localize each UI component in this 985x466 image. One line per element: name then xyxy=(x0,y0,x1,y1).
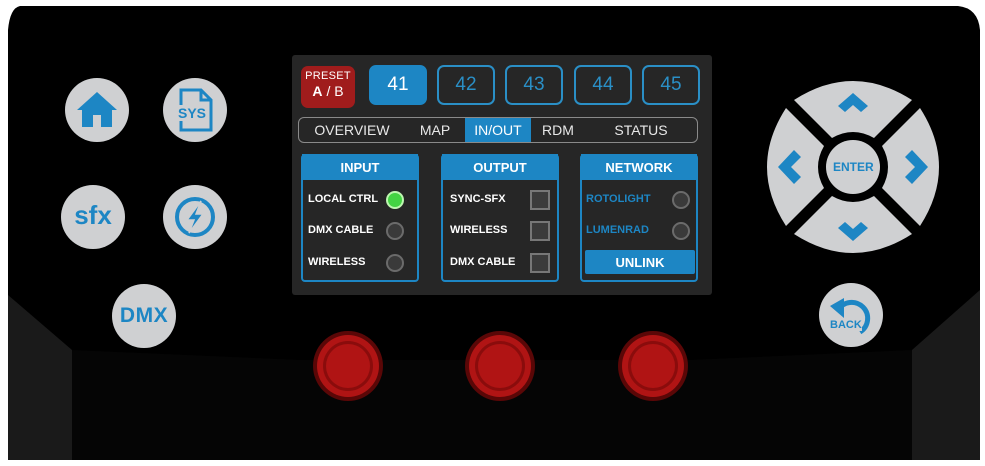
network-title: NETWORK xyxy=(581,154,697,180)
wireless-led[interactable] xyxy=(386,254,404,272)
channel-label: 41 xyxy=(387,74,409,95)
unlink-button[interactable]: UNLINK xyxy=(585,250,695,274)
knob-3[interactable] xyxy=(617,330,689,402)
knob-icon xyxy=(465,331,535,401)
input-row-label: LOCAL CTRL xyxy=(308,193,379,205)
dpad-up-button[interactable] xyxy=(794,81,912,138)
tab-status[interactable]: STATUS xyxy=(585,118,697,142)
output-row-label: DMX CABLE xyxy=(450,256,516,268)
preset-a: A xyxy=(312,83,323,99)
sys-label: SYS xyxy=(177,105,208,121)
channel-label: 44 xyxy=(592,74,614,95)
dpad-down-button[interactable] xyxy=(794,196,912,253)
preset-label: PRESET xyxy=(305,70,351,82)
channel-44-button[interactable]: 44 xyxy=(574,65,632,105)
preset-ab-label: A / B xyxy=(301,83,355,99)
lumenrad-led[interactable] xyxy=(672,222,690,240)
home-icon xyxy=(77,92,117,127)
preset-separator: / xyxy=(326,83,331,99)
lightning-button[interactable] xyxy=(163,185,227,249)
back-arrow-icon xyxy=(830,298,871,335)
home-button[interactable] xyxy=(65,78,129,142)
back-label: BACK xyxy=(830,319,862,331)
dmx-button[interactable]: DMX xyxy=(112,284,176,348)
knob-icon xyxy=(618,331,688,401)
sfx-label: sfx xyxy=(74,199,112,230)
tab-map[interactable]: MAP xyxy=(405,118,465,142)
knob-2[interactable] xyxy=(464,330,536,402)
output-title: OUTPUT xyxy=(442,154,558,180)
tab-bar: OVERVIEW MAP IN/OUT RDM STATUS xyxy=(298,117,698,143)
output-row-label: WIRELESS xyxy=(450,224,508,236)
sys-button[interactable]: SYS xyxy=(163,78,227,142)
knob-icon xyxy=(313,331,383,401)
dmx-cable-checkbox[interactable] xyxy=(530,253,550,273)
dmx-label: DMX xyxy=(119,304,169,327)
rotolight-led[interactable] xyxy=(672,191,690,209)
tab-rdm[interactable]: RDM xyxy=(531,118,585,142)
input-title: INPUT xyxy=(302,154,418,180)
channel-label: 42 xyxy=(455,74,477,95)
preset-b: B xyxy=(334,83,344,99)
dmx-cable-led[interactable] xyxy=(386,222,404,240)
input-row-label: WIRELESS xyxy=(308,256,366,268)
local-ctrl-led[interactable] xyxy=(386,191,404,209)
tab-in-out[interactable]: IN/OUT xyxy=(465,118,531,142)
channel-45-button[interactable]: 45 xyxy=(642,65,700,105)
sfx-button[interactable]: sfx xyxy=(61,185,125,249)
enter-label: ENTER xyxy=(833,160,874,174)
network-row-label: LUMENRAD xyxy=(586,224,649,236)
channel-label: 45 xyxy=(660,74,682,95)
channel-43-button[interactable]: 43 xyxy=(505,65,563,105)
knob-1[interactable] xyxy=(312,330,384,402)
preset-ab-button[interactable]: PRESET A / B xyxy=(301,66,355,108)
dpad-right-button[interactable] xyxy=(882,108,939,226)
output-row-label: SYNC-SFX xyxy=(450,193,506,205)
wireless-checkbox[interactable] xyxy=(530,221,550,241)
back-button[interactable]: BACK xyxy=(819,283,883,347)
channel-41-button[interactable]: 41 xyxy=(369,65,427,105)
channel-42-button[interactable]: 42 xyxy=(437,65,495,105)
network-row-label: ROTOLIGHT xyxy=(586,193,651,205)
input-row-label: DMX CABLE xyxy=(308,224,374,236)
channel-label: 43 xyxy=(523,74,545,95)
tab-overview[interactable]: OVERVIEW xyxy=(299,118,405,142)
lightning-icon xyxy=(175,197,215,237)
sync-sfx-checkbox[interactable] xyxy=(530,190,550,210)
dpad-left-button[interactable] xyxy=(767,108,824,226)
